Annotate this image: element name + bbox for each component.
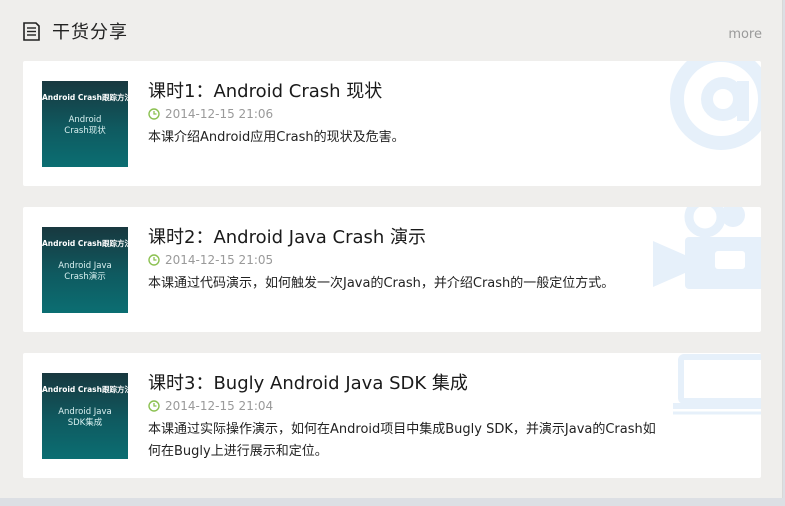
lesson-card[interactable]: Android Crash跟踪方法 Android Crash现状 课时1：An… <box>23 61 761 186</box>
thumbnail-caption-line: Crash现状 <box>64 126 106 136</box>
section-title: 干货分享 <box>52 22 128 43</box>
lesson-thumbnail[interactable]: Android Crash跟踪方法 Android Java SDK集成 <box>42 373 132 459</box>
lesson-card[interactable]: Android Crash跟踪方法 Android Java SDK集成 课时3… <box>23 353 761 478</box>
lesson-description: 本课介绍Android应用Crash的现状及危害。 <box>148 130 405 145</box>
thumbnail-caption: Android Java SDK集成 <box>42 407 128 429</box>
lesson-date: 2014-12-15 21:04 <box>165 399 274 413</box>
lesson-title[interactable]: 课时3：Bugly Android Java SDK 集成 <box>148 369 468 395</box>
lesson-date: 2014-12-15 21:05 <box>165 253 274 267</box>
clock-icon <box>148 108 160 120</box>
thumbnail-brand: Android Crash跟踪方法 <box>42 93 132 102</box>
more-link[interactable]: more <box>728 27 762 42</box>
lesson-title[interactable]: 课时1：Android Crash 现状 <box>148 77 382 103</box>
lesson-title[interactable]: 课时2：Android Java Crash 演示 <box>148 223 426 249</box>
lesson-description: 本课通过代码演示，如何触发一次Java的Crash，并介绍Crash的一般定位方… <box>148 276 615 291</box>
lesson-thumbnail[interactable]: Android Crash跟踪方法 Android Java Crash演示 <box>42 227 132 313</box>
thumbnail-caption: Android Crash现状 <box>42 115 128 137</box>
thumbnail-caption-line: SDK集成 <box>67 418 103 428</box>
lesson-date: 2014-12-15 21:06 <box>165 107 274 121</box>
lesson-thumbnail[interactable]: Android Crash跟踪方法 Android Crash现状 <box>42 81 132 167</box>
thumbnail-brand: Android Crash跟踪方法 <box>42 239 132 248</box>
share-panel: 干货分享 more Android Crash跟踪方法 Android Cras… <box>0 0 783 498</box>
at-sign-icon <box>670 61 761 150</box>
thumbnail-caption-line: Android Java <box>58 261 112 271</box>
clock-icon <box>148 400 160 412</box>
thumbnail-caption-line: Crash演示 <box>64 272 106 282</box>
section-header: 干货分享 more <box>0 0 783 60</box>
lesson-description: 本课通过实际操作演示，如何在Android项目中集成Bugly SDK，并演示J… <box>148 422 656 459</box>
thumbnail-caption-line: Android Java <box>58 407 112 417</box>
thumbnail-caption: Android Java Crash演示 <box>42 261 128 283</box>
laptop-icon <box>673 354 761 415</box>
thumbnail-caption-line: Android <box>68 115 102 125</box>
lesson-card[interactable]: Android Crash跟踪方法 Android Java Crash演示 课… <box>23 207 761 332</box>
clock-icon <box>148 254 160 266</box>
video-camera-icon <box>653 207 761 289</box>
document-list-icon <box>23 22 40 41</box>
thumbnail-brand: Android Crash跟踪方法 <box>42 385 132 394</box>
